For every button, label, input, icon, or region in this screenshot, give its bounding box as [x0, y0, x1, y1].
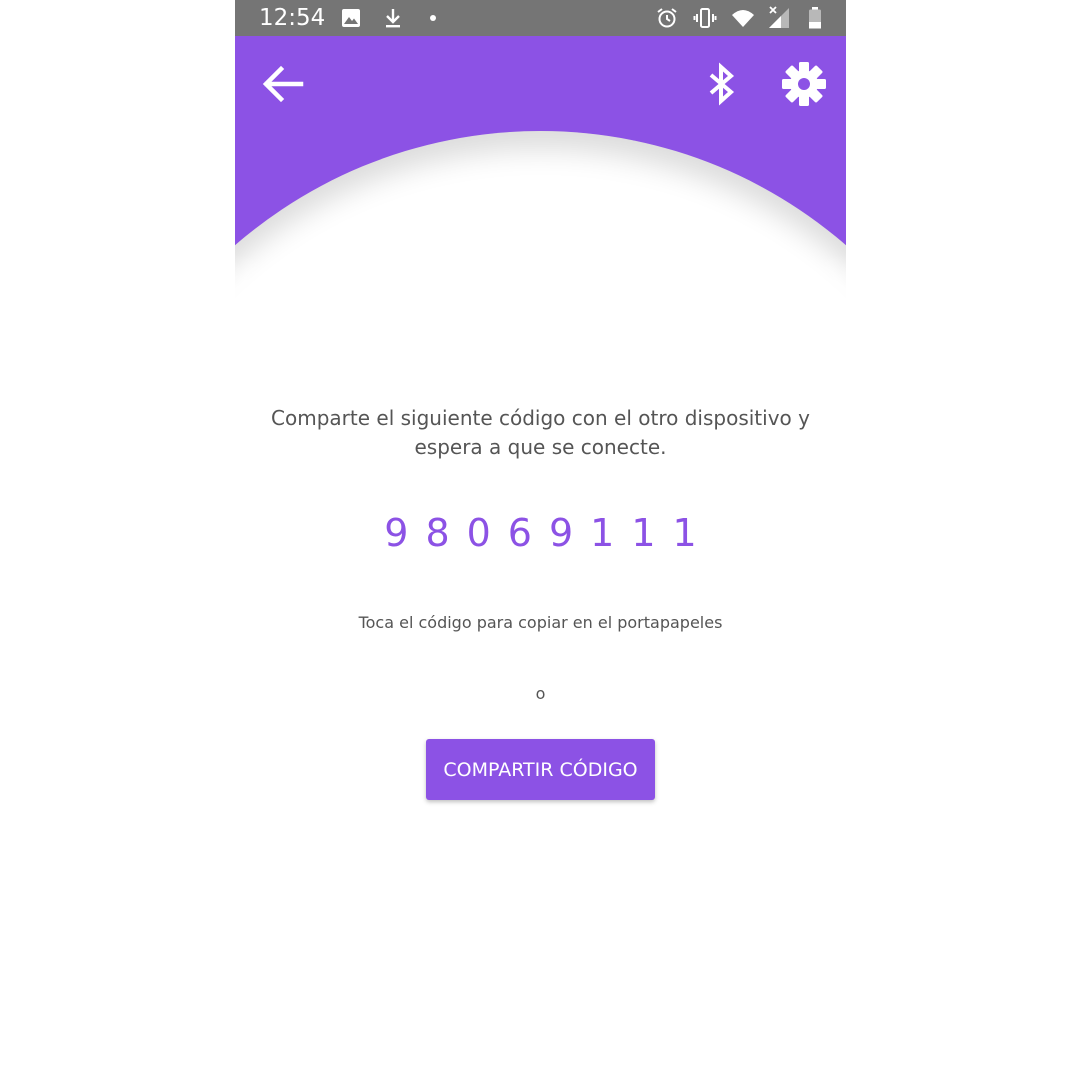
image-icon [339, 6, 363, 30]
status-bar: 12:54 [235, 0, 846, 36]
phone-screen: 12:54 Comparte el siguiente código con e… [235, 0, 846, 1080]
bluetooth-button[interactable] [694, 56, 750, 112]
status-time: 12:54 [259, 5, 326, 31]
vibrate-icon [693, 6, 717, 30]
signal-icon [767, 6, 791, 30]
alarm-icon [655, 6, 679, 30]
back-button[interactable] [255, 56, 311, 112]
download-icon [381, 6, 405, 30]
share-code-button[interactable]: COMPARTIR CÓDIGO [426, 739, 655, 800]
battery-icon [803, 6, 827, 30]
instruction-text: Comparte el siguiente código con el otro… [271, 406, 810, 459]
wifi-icon [731, 6, 755, 30]
dot-icon [421, 6, 445, 30]
header-arc [235, 131, 846, 356]
bluetooth-icon [709, 62, 735, 106]
or-separator: o [535, 684, 546, 703]
pairing-code[interactable]: 98069111 [235, 508, 846, 558]
copy-hint-text: Toca el código para copiar en el portapa… [358, 613, 723, 632]
arrow-back-icon [262, 65, 304, 103]
header-banner [235, 36, 846, 356]
settings-icon [782, 62, 826, 106]
settings-button[interactable] [776, 56, 832, 112]
